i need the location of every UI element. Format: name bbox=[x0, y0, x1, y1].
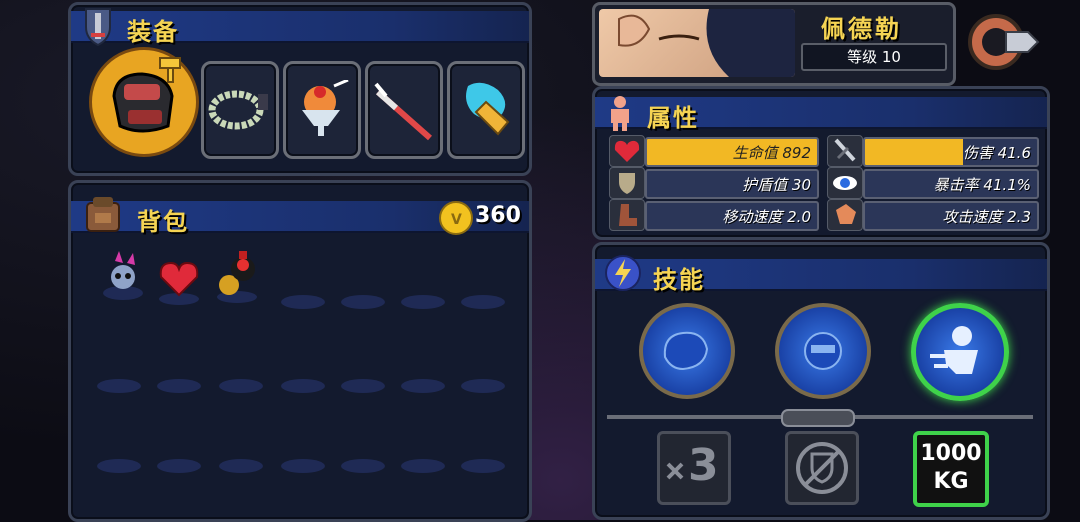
stat-shield-label: 护盾值 30 bbox=[742, 176, 811, 194]
empty-slot[interactable] bbox=[219, 379, 263, 393]
passive-x3-button[interactable]: 3 bbox=[657, 431, 731, 505]
stat-damage-label: 伤害 41.6 bbox=[962, 144, 1031, 162]
punch-icon bbox=[663, 331, 709, 371]
svg-text:V: V bbox=[451, 212, 462, 228]
stat-hp-label: 生命值 892 bbox=[732, 144, 811, 162]
backpack-item-potion[interactable] bbox=[215, 249, 259, 305]
empty-slot[interactable] bbox=[157, 459, 201, 473]
stat-damage: 伤害 41.6 bbox=[827, 135, 1039, 167]
empty-slot[interactable] bbox=[461, 295, 505, 309]
stat-move-speed: 移动速度 2.0 bbox=[609, 199, 819, 231]
stat-hp: 生命值 892 bbox=[609, 135, 819, 167]
weight-kg-label: KG bbox=[933, 469, 969, 494]
stat-attack-speed: 攻击速度 2.3 bbox=[827, 199, 1039, 231]
equipment-slot-bracelet[interactable] bbox=[201, 61, 279, 159]
skill-fist-button[interactable] bbox=[775, 303, 871, 399]
spear-icon bbox=[374, 82, 434, 146]
dash-icon bbox=[930, 326, 978, 374]
empty-slot[interactable] bbox=[341, 379, 385, 393]
skills-panel: 技能 3 1000 KG bbox=[592, 242, 1050, 520]
heart-icon bbox=[609, 135, 645, 167]
backpack-item-skull-helmet[interactable] bbox=[101, 249, 145, 305]
skill-punch-button[interactable] bbox=[639, 303, 735, 399]
character-level: 等级 10 bbox=[801, 43, 947, 71]
flame-fist-icon bbox=[458, 80, 516, 144]
passive-1000kg-button[interactable]: 1000 KG bbox=[913, 431, 989, 507]
coin-icon: V bbox=[439, 201, 473, 235]
fist-skill-icon bbox=[804, 332, 842, 370]
skills-icon bbox=[603, 253, 643, 293]
stat-move-speed-label: 移动速度 2.0 bbox=[722, 208, 811, 226]
equipment-panel: 装备 bbox=[68, 2, 532, 176]
backpack-panel: 背包 V 360 bbox=[68, 180, 532, 522]
attributes-panel: 属性 生命值 892 护盾值 30 移动速度 2.0 伤害 41.6 暴击率 4… bbox=[592, 86, 1050, 240]
boot-icon bbox=[609, 199, 645, 231]
empty-slot[interactable] bbox=[461, 379, 505, 393]
empty-slot[interactable] bbox=[401, 459, 445, 473]
divider-ornament bbox=[781, 409, 855, 427]
passive-no-shield-button[interactable] bbox=[785, 431, 859, 505]
equipment-slot-glove[interactable] bbox=[89, 47, 199, 157]
stat-crit: 暴击率 41.1% bbox=[827, 167, 1039, 199]
stat-crit-label: 暴击率 41.1% bbox=[933, 176, 1031, 194]
fist-icon bbox=[827, 199, 863, 231]
backpack-icon bbox=[83, 195, 123, 235]
hammer-icon bbox=[156, 54, 186, 84]
empty-slot[interactable] bbox=[341, 295, 385, 309]
empty-slot[interactable] bbox=[401, 379, 445, 393]
stat-attack-speed-label: 攻击速度 2.3 bbox=[942, 208, 1031, 226]
eye-icon bbox=[827, 167, 863, 199]
empty-slot[interactable] bbox=[219, 459, 263, 473]
sword-icon bbox=[827, 135, 863, 167]
empty-slot[interactable] bbox=[97, 459, 141, 473]
empty-slot[interactable] bbox=[281, 295, 325, 309]
weight-1000-label: 1000 bbox=[920, 441, 982, 466]
x3-label: 3 bbox=[688, 440, 719, 491]
empty-slot[interactable] bbox=[281, 459, 325, 473]
backpack-item-heart[interactable] bbox=[157, 257, 201, 305]
empty-slot[interactable] bbox=[281, 379, 325, 393]
skills-title: 技能 bbox=[653, 266, 705, 294]
character-card: 佩德勒 等级 10 bbox=[592, 2, 956, 86]
body-icon bbox=[605, 95, 635, 131]
empty-slot[interactable] bbox=[97, 379, 141, 393]
stat-shield: 护盾值 30 bbox=[609, 167, 819, 199]
equipment-slot-spear[interactable] bbox=[365, 61, 443, 159]
bracelet-icon bbox=[208, 82, 272, 136]
equipment-slot-flame-fist[interactable] bbox=[447, 61, 525, 159]
skill-dash-button[interactable] bbox=[911, 303, 1009, 401]
back-button[interactable] bbox=[966, 6, 1040, 76]
equipment-title: 装备 bbox=[127, 18, 179, 46]
ice-cream-icon bbox=[294, 78, 352, 144]
no-shield-icon bbox=[796, 442, 848, 494]
character-name: 佩德勒 bbox=[821, 15, 902, 43]
equipment-slot-ice-cream[interactable] bbox=[283, 61, 361, 159]
backpack-title: 背包 bbox=[137, 208, 189, 236]
empty-slot[interactable] bbox=[157, 379, 201, 393]
empty-slot[interactable] bbox=[341, 459, 385, 473]
character-portrait bbox=[599, 9, 795, 77]
equipment-icon bbox=[83, 7, 113, 47]
attributes-title: 属性 bbox=[647, 104, 699, 132]
empty-slot[interactable] bbox=[401, 295, 445, 309]
shield-icon bbox=[609, 167, 645, 199]
coin-count: 360 bbox=[475, 203, 521, 228]
empty-slot[interactable] bbox=[461, 459, 505, 473]
